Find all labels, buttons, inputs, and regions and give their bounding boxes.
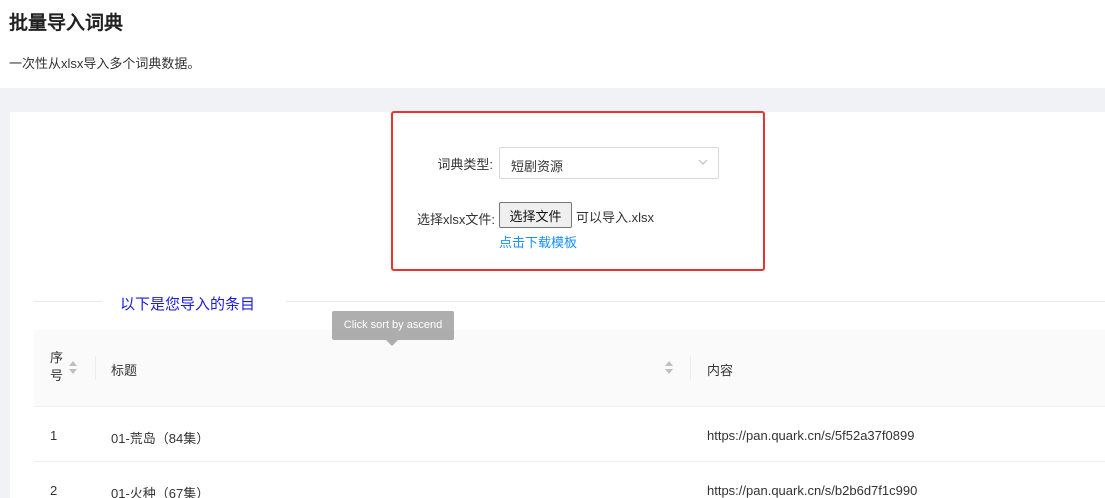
tooltip-arrow [386,340,398,346]
row-index: 2 [50,483,58,498]
column-index-label-1: 序 [50,350,64,365]
file-hint: 可以导入.xlsx [576,210,655,225]
import-form-box: 词典类型: 短剧资源 选择xlsx文件: 选择文件 可以导入.xlsx 点击下载… [391,111,765,271]
choose-file-button[interactable]: 选择文件 [499,202,572,228]
sort-icon[interactable] [665,361,674,375]
chevron-down-icon [698,159,708,165]
download-template-link[interactable]: 点击下载模板 [499,232,577,251]
file-label: 选择xlsx文件: [416,212,495,227]
column-index-label-2: 号 [50,368,64,383]
column-content-header: 内容 [707,363,734,378]
column-title-header[interactable]: 标题 [111,360,137,379]
dict-type-select[interactable]: 短剧资源 [499,147,719,179]
divider-line-right [286,301,1105,302]
table-row: 1 01-荒岛（84集） https://pan.quark.cn/s/5f52… [34,407,1105,462]
row-content: https://pan.quark.cn/s/5f52a37f0899 [707,428,915,443]
page-title: 批量导入词典 [9,13,124,34]
table-header: 序 号 标题 内容 [34,330,1105,407]
row-title: 01-火种（67集） [111,486,210,498]
row-content: https://pan.quark.cn/s/b2b6d7f1c990 [707,483,918,498]
sort-tooltip: Click sort by ascend [332,311,454,340]
row-index: 1 [50,428,58,443]
dict-type-label: 词典类型: [437,157,493,172]
dict-type-value: 短剧资源 [511,159,564,174]
sort-icon[interactable] [69,361,78,375]
column-separator [690,356,691,380]
divider-line-left [34,301,102,302]
column-index-header[interactable]: 序 号 [50,349,63,385]
row-title: 01-荒岛（84集） [111,431,210,446]
table-row: 2 01-火种（67集） https://pan.quark.cn/s/b2b6… [34,462,1105,498]
divider-title: 以下是您导入的条目 [120,296,256,313]
page-header: 批量导入词典 一次性从xlsx导入多个词典数据。 [0,0,1105,88]
page-description: 一次性从xlsx导入多个词典数据。 [9,56,201,71]
column-separator [95,356,96,380]
